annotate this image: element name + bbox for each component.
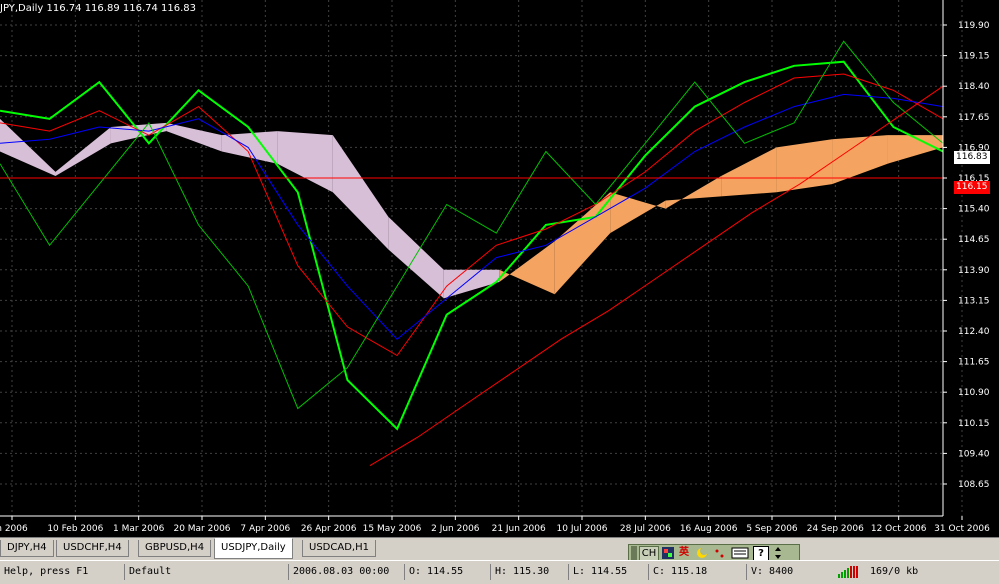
status-profile[interactable]: Default bbox=[124, 564, 171, 580]
connection-signal-icon bbox=[838, 566, 858, 578]
time-tick-label: 28 Jul 2006 bbox=[620, 524, 671, 534]
time-tick-label: 10 Jul 2006 bbox=[557, 524, 608, 534]
price-tick-label: 112.40 bbox=[958, 327, 990, 337]
price-tick-label: 119.90 bbox=[958, 21, 990, 31]
price-tick-label: 110.15 bbox=[958, 419, 990, 429]
moon-icon[interactable] bbox=[695, 546, 709, 560]
time-tick-label: 2 Jun 2006 bbox=[431, 524, 480, 534]
time-tick-label: 7 Apr 2006 bbox=[240, 524, 290, 534]
time-tick-label: 12 Oct 2006 bbox=[871, 524, 927, 534]
chart-area[interactable]: 119.90 119.15 118.40 117.65 116.90 116.15 115.… bbox=[0, 0, 999, 537]
ime-english-button[interactable]: 英 bbox=[677, 546, 691, 560]
ime-logo-icon[interactable] bbox=[661, 546, 675, 560]
price-tick-label: 110.90 bbox=[958, 388, 990, 398]
time-tick-label: 1 Mar 2006 bbox=[113, 524, 165, 534]
price-tick-label: 113.90 bbox=[958, 266, 990, 276]
cloud-segment bbox=[665, 175, 722, 209]
price-tick-label: 109.40 bbox=[958, 449, 990, 459]
time-tick-label: 16 Aug 2006 bbox=[680, 524, 738, 534]
cloud-segment bbox=[887, 135, 943, 164]
tab-usdcad-h1[interactable]: USDCAD,H1 bbox=[302, 540, 376, 557]
status-close: C: 115.18 bbox=[648, 564, 707, 580]
cloud-segment bbox=[332, 135, 389, 250]
tenkan-line bbox=[0, 73, 944, 357]
time-tick-label: 21 Jun 2006 bbox=[492, 524, 546, 534]
dot-icon[interactable] bbox=[713, 546, 727, 560]
time-axis: n 2006 10 Feb 2006 1 Mar 2006 20 Mar 2006 7 … bbox=[0, 516, 990, 534]
tab-usdchf-h4[interactable]: USDCHF,H4 bbox=[56, 540, 129, 557]
current-price-tag: 116.83 bbox=[954, 151, 990, 164]
status-datetime: 2006.08.03 00:00 bbox=[288, 564, 389, 580]
arrow-icon[interactable] bbox=[771, 546, 785, 560]
time-tick-label: 10 Feb 2006 bbox=[47, 524, 103, 534]
price-tick-label: 114.65 bbox=[958, 235, 990, 245]
price-tick-label: 119.15 bbox=[958, 52, 990, 62]
price-tick-label: 115.40 bbox=[958, 205, 990, 215]
time-tick-label: 5 Sep 2006 bbox=[746, 524, 798, 534]
grip-icon[interactable] bbox=[631, 546, 637, 560]
status-help: Help, press F1 bbox=[4, 566, 89, 577]
time-tick-label: 15 May 2006 bbox=[363, 524, 422, 534]
status-volume: V: 8400 bbox=[746, 564, 793, 580]
cloud-segment bbox=[55, 127, 111, 176]
cloud-segment bbox=[221, 131, 278, 164]
chart-title: JPY,Daily 116.74 116.89 116.74 116.83 bbox=[0, 3, 197, 14]
price-tick-label: 108.65 bbox=[958, 480, 990, 490]
keyboard-icon[interactable] bbox=[731, 546, 749, 560]
tab-usdjpy-daily[interactable]: USDJPY,Daily bbox=[214, 538, 293, 559]
price-chart[interactable]: 119.90119.15118.40117.65116.90116.15115.… bbox=[0, 0, 999, 537]
cloud-segment bbox=[610, 192, 666, 234]
status-open: O: 114.55 bbox=[404, 564, 463, 580]
time-tick-label: 24 Sep 2006 bbox=[807, 524, 864, 534]
status-low: L: 114.55 bbox=[568, 564, 627, 580]
tab-gbpusd-h4[interactable]: GBPUSD,H4 bbox=[138, 540, 212, 557]
time-tick-label: 26 Apr 2006 bbox=[301, 524, 357, 534]
price-tick-label: 111.65 bbox=[958, 358, 990, 368]
time-tick-label: 31 Oct 2006 bbox=[934, 524, 990, 534]
price-tick-label: 118.40 bbox=[958, 82, 990, 92]
price-tick-label: 117.65 bbox=[958, 113, 990, 123]
chikou-line bbox=[0, 40, 944, 410]
tab-djpy-h4[interactable]: DJPY,H4 bbox=[0, 540, 54, 557]
indicator-lines bbox=[0, 40, 944, 467]
chart-tab-bar: DJPY,H4 USDCHF,H4 GBPUSD,H4 USDJPY,Daily… bbox=[0, 537, 999, 560]
price-axis: 119.90119.15118.40117.65116.90116.15115.… bbox=[0, 0, 990, 517]
horizontal-line-price-tag: 116.15 bbox=[954, 181, 990, 194]
time-tick-label: n 2006 bbox=[0, 524, 28, 534]
status-high: H: 115.30 bbox=[490, 564, 549, 580]
time-tick-label: 20 Mar 2006 bbox=[173, 524, 230, 534]
cloud-segment bbox=[721, 147, 777, 197]
cloud-segment bbox=[277, 131, 333, 193]
status-traffic: 169/0 kb bbox=[870, 566, 919, 577]
status-bar: Help, press F1 Default 2006.08.03 00:00 … bbox=[0, 560, 999, 584]
cloud-segment bbox=[776, 139, 833, 193]
price-tick-label: 113.15 bbox=[958, 296, 990, 306]
